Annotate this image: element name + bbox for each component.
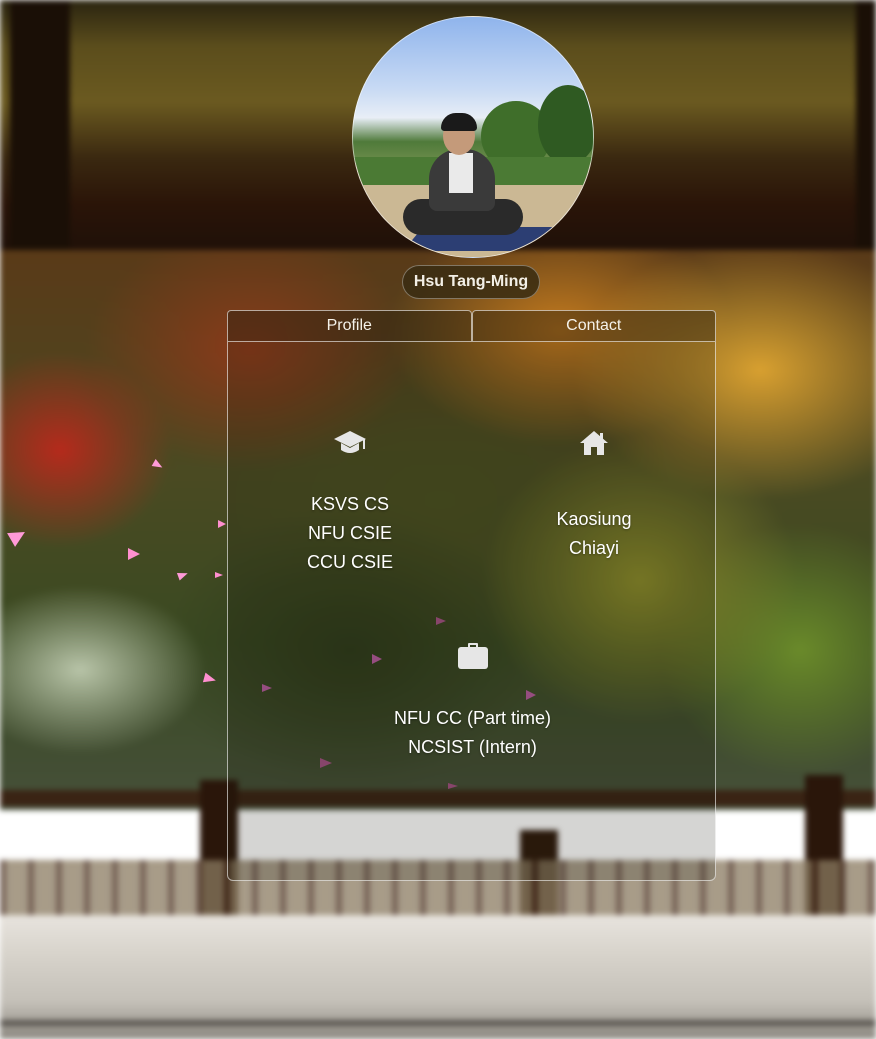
- hometown-section: Kaosiung Chiayi: [472, 430, 716, 563]
- tab-contact[interactable]: Contact: [471, 310, 716, 342]
- education-item: CCU CSIE: [306, 552, 393, 572]
- profile-name: Hsu Tang-Ming: [402, 265, 540, 299]
- work-item: NCSIST (Intern): [408, 737, 537, 757]
- education-item: NFU CSIE: [307, 523, 392, 543]
- hometown-item: Kaosiung: [556, 509, 632, 529]
- petal-icon: [128, 548, 140, 560]
- tab-profile[interactable]: Profile: [227, 310, 472, 342]
- hometown-item: Chiayi: [568, 538, 620, 558]
- profile-panel: KSVS CS NFU CSIE CCU CSIE Kaosiung Chiay…: [227, 342, 716, 881]
- graduation-cap-icon: [334, 431, 366, 453]
- education-section: KSVS CS NFU CSIE CCU CSIE: [228, 430, 472, 577]
- avatar: [352, 16, 594, 258]
- petal-icon: [218, 520, 226, 528]
- work-item: NFU CC (Part time): [394, 708, 551, 728]
- petal-icon: [215, 572, 223, 578]
- work-section: NFU CC (Part time) NCSIST (Intern): [228, 642, 717, 762]
- tab-bar: Profile Contact: [227, 310, 716, 342]
- briefcase-icon: [457, 643, 488, 669]
- home-icon: [580, 431, 608, 455]
- education-item: KSVS CS: [310, 494, 390, 514]
